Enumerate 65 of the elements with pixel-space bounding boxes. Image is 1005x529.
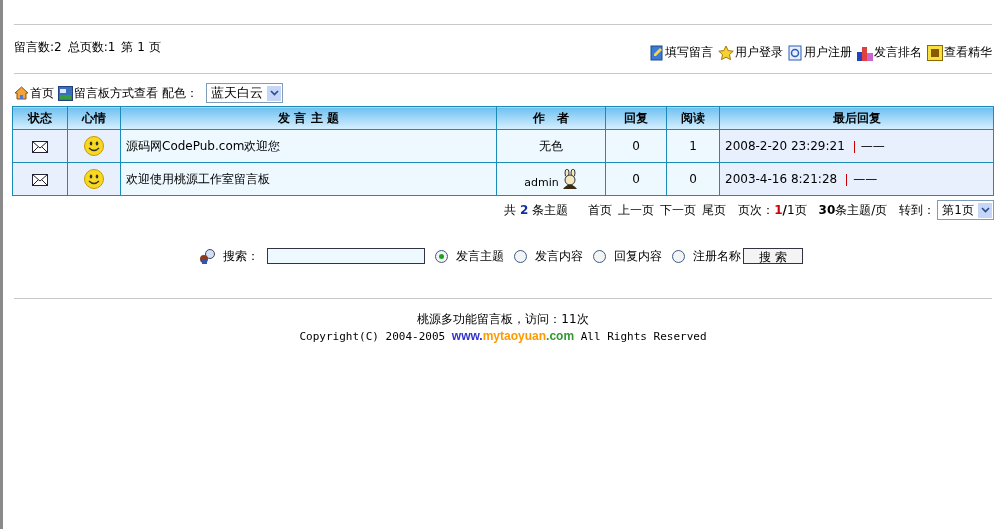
toolbar-link[interactable]: 发言排名 bbox=[857, 43, 922, 61]
dropdown-icon bbox=[980, 207, 990, 213]
envelope-icon bbox=[32, 173, 48, 186]
author-name: admin bbox=[524, 175, 559, 189]
search-scope-radio[interactable]: 回复内容 bbox=[593, 247, 662, 265]
pencil-page-icon bbox=[650, 44, 664, 61]
column-header: 阅读 bbox=[666, 106, 720, 130]
goto-label: 转到： bbox=[899, 201, 936, 219]
last-reply-time: 2008-2-20 23:29:21 bbox=[725, 139, 845, 153]
search-icon bbox=[199, 248, 217, 264]
pager-link[interactable]: 上一页 bbox=[618, 201, 655, 219]
bar-chart-icon bbox=[857, 46, 873, 61]
column-header: 最后回复 bbox=[719, 106, 994, 130]
toolbar-link[interactable]: 查看精华 bbox=[927, 43, 992, 61]
footer-text: 桃源多功能留言板，访问：11次 bbox=[416, 311, 590, 328]
current-page: 第 1 页 bbox=[121, 38, 161, 56]
table-cell: 0 bbox=[666, 162, 720, 196]
column-header: 作 者 bbox=[496, 106, 606, 130]
color-label: 配色： bbox=[162, 84, 198, 102]
topic-link[interactable]: 源码网CodePub.com欢迎您 bbox=[126, 138, 281, 153]
dropdown-icon bbox=[269, 90, 279, 96]
home-link[interactable]: 首页 bbox=[14, 84, 54, 102]
window-icon bbox=[58, 85, 73, 101]
search-scope-radio[interactable]: 注册名称 bbox=[672, 247, 741, 265]
toolbar-link[interactable]: 填写留言 bbox=[650, 43, 713, 61]
search-button[interactable]: 搜 索 bbox=[743, 248, 803, 264]
page-select[interactable]: 第1页 bbox=[937, 200, 994, 220]
table-cell: 1 bbox=[666, 129, 720, 163]
last-reply-user: —— bbox=[853, 172, 878, 186]
copyright-text: Copyright(C) 2004-2005 www.mytaoyuan.com All Rights Reserved bbox=[298, 328, 708, 345]
column-header: 回复 bbox=[605, 106, 667, 130]
last-reply-user: —— bbox=[860, 139, 885, 153]
search-label: 搜索： bbox=[223, 247, 259, 265]
table-cell: 0 bbox=[605, 129, 667, 163]
house-icon bbox=[14, 86, 29, 100]
page-count: 总页数:1 bbox=[67, 38, 116, 56]
page-icon bbox=[788, 44, 803, 61]
smiley-icon bbox=[84, 136, 104, 156]
board-view-link[interactable]: 留言板方式查看 bbox=[58, 84, 158, 102]
search-scope-radio[interactable]: 发言内容 bbox=[514, 247, 583, 265]
toolbar-link[interactable]: 用户登录 bbox=[718, 43, 783, 61]
per-page: 30条主题/页 bbox=[818, 201, 888, 219]
last-reply-time: 2003-4-16 8:21:28 bbox=[725, 172, 838, 186]
color-select[interactable]: 蓝天白云 bbox=[206, 83, 283, 103]
pager-link[interactable]: 首页 bbox=[588, 201, 613, 219]
total-topics: 共 2 条主题 bbox=[504, 201, 569, 219]
column-header: 心情 bbox=[67, 106, 121, 130]
message-count: 留言数:2 bbox=[14, 38, 62, 56]
column-header: 状态 bbox=[12, 106, 68, 130]
envelope-icon bbox=[32, 140, 48, 153]
pager-link[interactable]: 尾页 bbox=[702, 201, 727, 219]
star-icon bbox=[718, 44, 734, 61]
toolbar-link[interactable]: 用户注册 bbox=[788, 43, 852, 61]
search-field[interactable] bbox=[267, 248, 425, 264]
search-scope-radio[interactable]: 发言主题 bbox=[435, 247, 504, 265]
site-link[interactable]: www.mytaoyuan.com bbox=[451, 329, 575, 343]
page-indicator: 页次：1/1页 bbox=[738, 201, 807, 219]
pager-link[interactable]: 下一页 bbox=[660, 201, 697, 219]
column-header: 发 言 主 题 bbox=[120, 106, 497, 130]
badge-icon bbox=[927, 44, 943, 61]
smiley-icon bbox=[84, 169, 104, 189]
rabbit-avatar-icon bbox=[561, 169, 578, 189]
table-cell: 0 bbox=[605, 162, 667, 196]
author-name: 无色 bbox=[539, 138, 563, 153]
topic-link[interactable]: 欢迎使用桃源工作室留言板 bbox=[126, 171, 270, 186]
